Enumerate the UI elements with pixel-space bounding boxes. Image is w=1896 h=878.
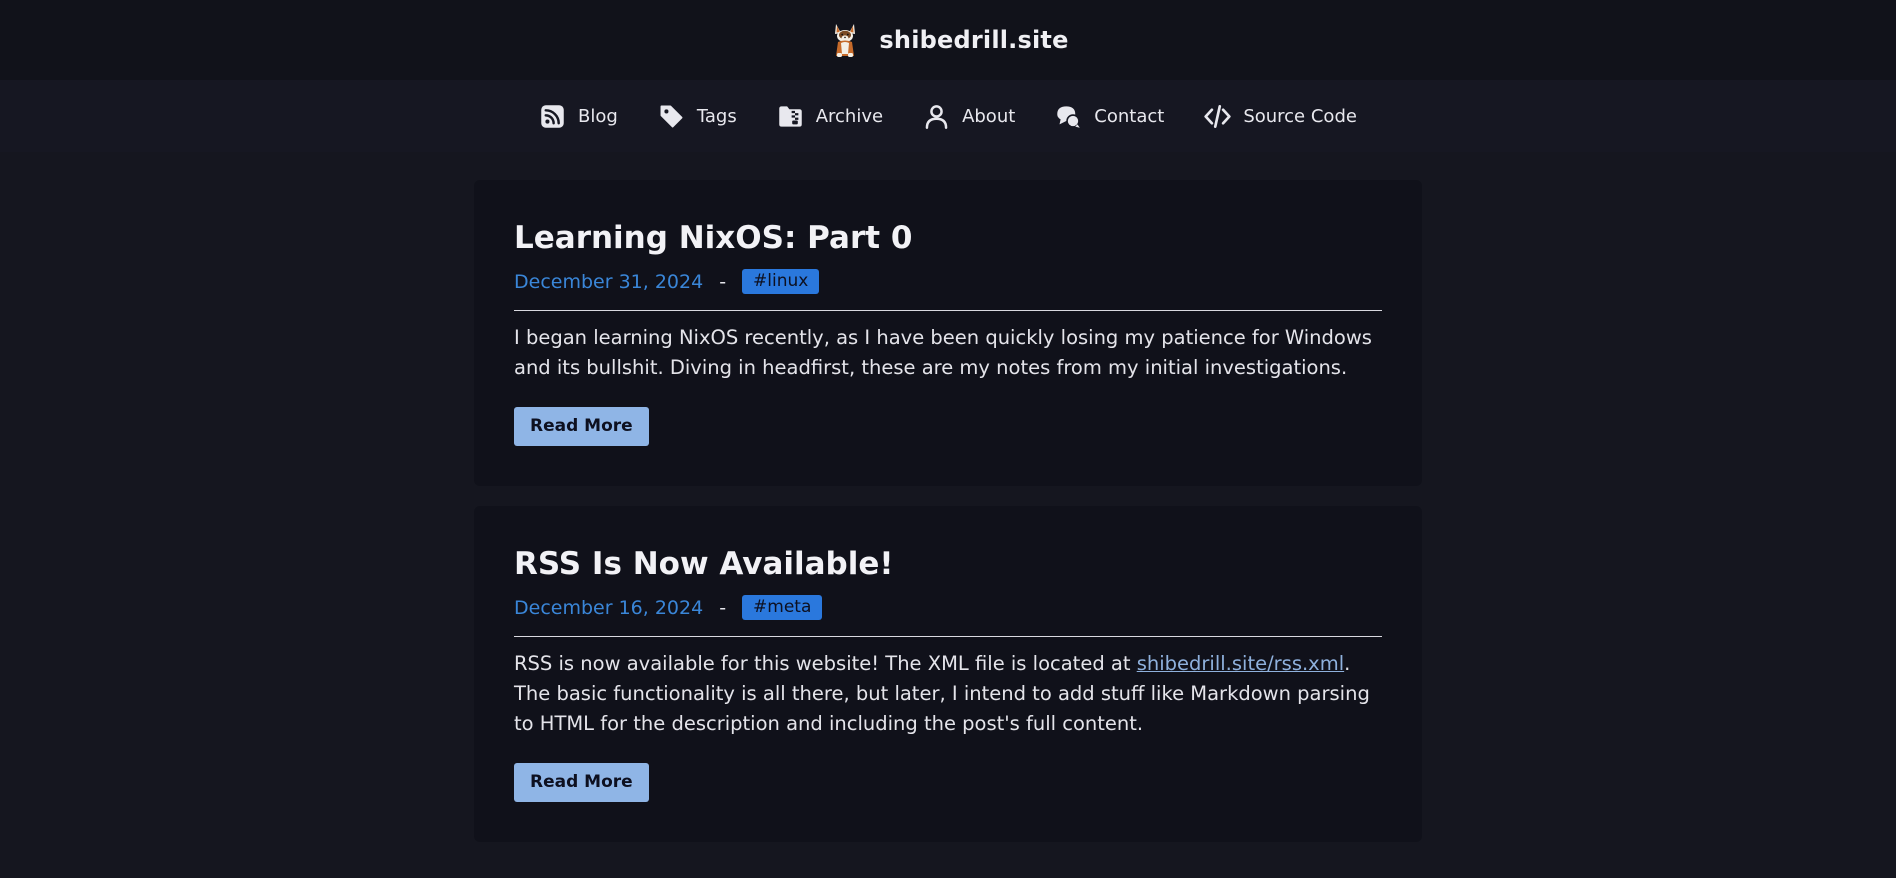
nav-label-about: About (962, 105, 1016, 127)
rss-icon (539, 103, 566, 130)
nav-label-contact: Contact (1094, 105, 1165, 127)
nav-item-about[interactable]: About (923, 103, 1015, 130)
divider (514, 310, 1382, 312)
nav-item-contact[interactable]: Contact (1055, 103, 1164, 130)
nav-label-blog: Blog (578, 105, 618, 127)
divider (514, 636, 1382, 638)
site-header: shibedrill.site (0, 0, 1896, 80)
read-more-button[interactable]: Read More (514, 763, 649, 803)
code-icon (1204, 103, 1231, 130)
meta-separator: - (719, 596, 727, 619)
tag-badge[interactable]: #linux (742, 269, 820, 295)
tag-badge[interactable]: #meta (742, 595, 823, 621)
nav-item-source-code[interactable]: Source Code (1204, 103, 1357, 130)
rss-link[interactable]: shibedrill.site/rss.xml (1137, 652, 1344, 675)
post-meta: December 31, 2024 - #linux (514, 269, 1382, 295)
post-title[interactable]: Learning NixOS: Part 0 (514, 220, 1382, 257)
archive-file-icon (777, 103, 804, 130)
nav-item-blog[interactable]: Blog (539, 103, 618, 130)
post-meta: December 16, 2024 - #meta (514, 595, 1382, 621)
post-description: RSS is now available for this website! T… (514, 649, 1382, 739)
main-nav: Blog Tags Archive About Contact Source C… (0, 80, 1896, 152)
nav-label-source-code: Source Code (1243, 105, 1357, 127)
nav-label-archive: Archive (815, 105, 884, 127)
post-title[interactable]: RSS Is Now Available! (514, 546, 1382, 583)
post-card: RSS Is Now Available! December 16, 2024 … (474, 506, 1422, 843)
shiba-logo-icon[interactable] (827, 20, 867, 60)
post-card: Learning NixOS: Part 0 December 31, 2024… (474, 180, 1422, 487)
nav-item-archive[interactable]: Archive (777, 103, 883, 130)
post-list: Learning NixOS: Part 0 December 31, 2024… (474, 180, 1422, 843)
post-date: December 16, 2024 (514, 596, 704, 619)
description-text: RSS is now available for this website! T… (514, 652, 1137, 676)
user-icon (923, 103, 950, 130)
tag-icon (658, 103, 685, 130)
chat-bubbles-icon (1055, 103, 1082, 130)
post-description: I began learning NixOS recently, as I ha… (514, 326, 1372, 380)
nav-item-tags[interactable]: Tags (658, 103, 737, 130)
nav-label-tags: Tags (696, 105, 737, 127)
post-date: December 31, 2024 (514, 270, 704, 293)
meta-separator: - (719, 270, 727, 293)
read-more-button[interactable]: Read More (514, 407, 649, 447)
site-title[interactable]: shibedrill.site (879, 26, 1068, 54)
